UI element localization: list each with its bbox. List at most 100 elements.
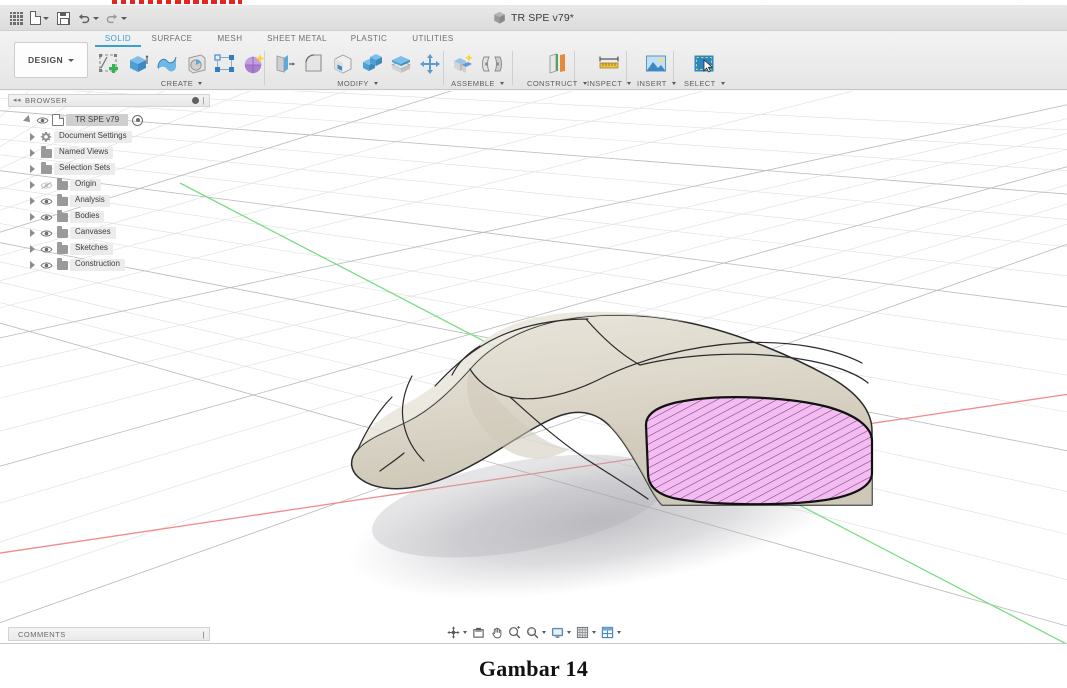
grid-snap-icon[interactable] <box>574 624 598 640</box>
press-pull-icon[interactable] <box>272 50 298 78</box>
grid-snap-glyph <box>576 626 588 638</box>
comments-panel-header[interactable]: COMMENTS | <box>8 627 210 641</box>
joint-icon[interactable] <box>479 50 505 78</box>
eye-glyph <box>40 261 52 269</box>
tree-item-named-views[interactable]: Named Views <box>8 145 210 161</box>
look-at-icon[interactable] <box>470 624 487 640</box>
app-grid-icon[interactable] <box>6 7 26 29</box>
display-settings-icon[interactable] <box>549 624 573 640</box>
panel-settings-icon[interactable] <box>192 97 200 104</box>
eye-icon[interactable] <box>34 116 50 125</box>
ribbon-toolbar: DESIGN SOLID SURFACE MESH SHEET METAL PL… <box>0 31 1067 90</box>
browser-panel-header[interactable]: ◂◂ BROWSER | <box>8 94 210 107</box>
tab-plastic[interactable]: PLASTIC <box>337 31 401 46</box>
tab-label: SHEET METAL <box>267 34 327 43</box>
folder-icon <box>54 194 70 206</box>
form-icon[interactable] <box>241 50 267 78</box>
tab-label: PLASTIC <box>350 34 388 43</box>
ribbon-group-create-label[interactable]: CREATE <box>161 79 203 88</box>
tree-item-selection-sets[interactable]: Selection Sets <box>8 161 210 177</box>
ribbon-group-modify-label[interactable]: MODIFY <box>337 79 378 88</box>
select-icon[interactable] <box>691 50 717 78</box>
triangle-collapsed-icon[interactable] <box>26 165 38 173</box>
measure-icon[interactable] <box>596 50 622 78</box>
joint-glyph <box>482 56 502 72</box>
chevron-down-icon <box>616 630 621 634</box>
eye-icon[interactable] <box>38 261 54 270</box>
combine-glyph <box>363 54 382 71</box>
ribbon-group-inspect-label[interactable]: INSPECT <box>587 79 632 88</box>
revolve-icon[interactable] <box>183 50 209 78</box>
tab-utilities[interactable]: UTILITIES <box>401 31 465 46</box>
redo-icon[interactable] <box>103 7 129 29</box>
offset-plane-glyph <box>549 53 565 74</box>
extrude-glyph <box>130 55 149 72</box>
triangle-open-icon[interactable] <box>22 115 34 125</box>
eye-icon[interactable] <box>38 229 54 238</box>
ribbon-group-construct-label[interactable]: CONSTRUCT <box>527 79 587 88</box>
triangle-collapsed-icon[interactable] <box>26 245 38 253</box>
viewports-icon[interactable] <box>599 624 623 640</box>
tree-item-origin[interactable]: Origin <box>8 177 210 193</box>
form-glyph <box>244 54 265 74</box>
triangle-collapsed-icon[interactable] <box>26 213 38 221</box>
combine-icon[interactable] <box>359 50 385 78</box>
loft-icon[interactable] <box>154 50 180 78</box>
folder-icon <box>54 178 70 190</box>
triangle-collapsed-icon[interactable] <box>26 229 38 237</box>
insert-image-icon[interactable] <box>643 50 669 78</box>
orbit-icon[interactable] <box>445 624 469 640</box>
pan-icon[interactable] <box>488 624 505 640</box>
tree-item-bodies[interactable]: Bodies <box>8 209 210 225</box>
tree-item-label: Origin <box>70 179 102 191</box>
eye-icon[interactable] <box>38 197 54 206</box>
folder-icon <box>54 242 70 254</box>
extrude-icon[interactable] <box>125 50 151 78</box>
tree-item-document-settings[interactable]: Document Settings <box>8 129 210 145</box>
fillet-glyph <box>305 54 322 72</box>
shell-icon[interactable] <box>330 50 356 78</box>
create-sketch-icon[interactable] <box>96 50 122 78</box>
ribbon-group-select-label[interactable]: SELECT <box>684 79 725 88</box>
ribbon-group-assemble: ASSEMBLE <box>450 48 505 90</box>
target-icon[interactable] <box>132 114 144 126</box>
triangle-collapsed-icon[interactable] <box>26 149 38 157</box>
eye-icon[interactable] <box>38 213 54 222</box>
ribbon-group-assemble-label[interactable]: ASSEMBLE <box>451 79 504 88</box>
split-body-icon[interactable] <box>388 50 414 78</box>
offset-plane-icon[interactable] <box>544 50 570 78</box>
tree-item-sketches[interactable]: Sketches <box>8 241 210 257</box>
redo-arrow-icon <box>106 13 118 23</box>
undo-icon[interactable] <box>75 7 101 29</box>
zoom-window-icon[interactable] <box>524 624 548 640</box>
tree-item-label: Named Views <box>54 147 114 159</box>
folder-icon <box>54 258 70 270</box>
triangle-collapsed-icon[interactable] <box>26 181 38 189</box>
tab-sheet-metal[interactable]: SHEET METAL <box>257 31 337 46</box>
tree-root-row[interactable]: TR SPE v79 <box>8 111 210 129</box>
tab-mesh[interactable]: MESH <box>203 31 257 46</box>
ribbon-group-insert-label[interactable]: INSERT <box>637 79 676 88</box>
tab-surface[interactable]: SURFACE <box>141 31 203 46</box>
fillet-icon[interactable] <box>301 50 327 78</box>
eye-off-icon[interactable] <box>38 181 54 190</box>
workspace-selector[interactable]: DESIGN <box>14 42 88 78</box>
tree-item-canvases[interactable]: Canvases <box>8 225 210 241</box>
triangle-collapsed-icon[interactable] <box>26 133 38 141</box>
ribbon-group-inspect: INSPECT <box>587 48 632 90</box>
tab-solid[interactable]: SOLID <box>95 31 141 47</box>
file-icon[interactable] <box>28 7 51 29</box>
new-component-icon[interactable] <box>450 50 476 78</box>
tree-item-analysis[interactable]: Analysis <box>8 193 210 209</box>
look-at-glyph <box>472 627 484 638</box>
save-icon[interactable] <box>53 7 73 29</box>
pattern-icon[interactable] <box>212 50 238 78</box>
zoom-in-icon[interactable] <box>506 624 523 640</box>
folder-icon <box>38 146 54 158</box>
triangle-collapsed-icon[interactable] <box>26 197 38 205</box>
move-copy-icon[interactable] <box>417 50 443 78</box>
tree-item-construction[interactable]: Construction <box>8 257 210 273</box>
eye-icon[interactable] <box>38 245 54 254</box>
collapse-left-icon[interactable]: ◂◂ <box>13 97 21 104</box>
triangle-collapsed-icon[interactable] <box>26 261 38 269</box>
